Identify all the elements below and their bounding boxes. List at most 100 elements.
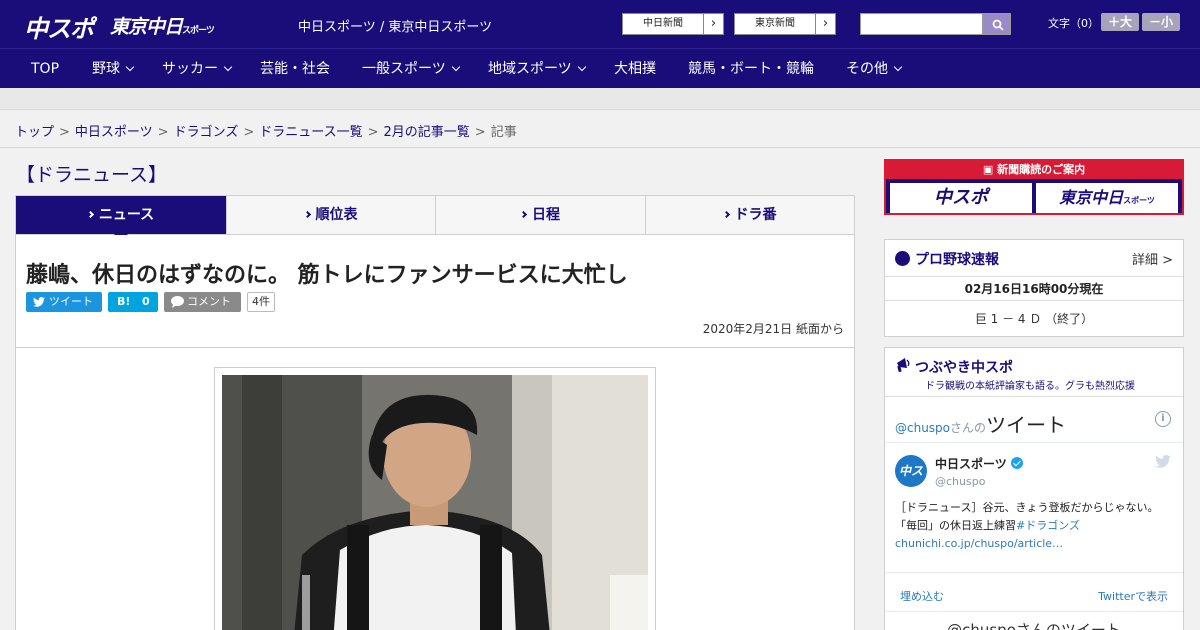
tsubuyaki-card: つぶやき中スポ ドラ観戦の本紙評論家も語る。グラも熱烈応援 @chuspoさんの… xyxy=(884,347,1184,630)
nav-item-regional-sports[interactable]: 地域スポーツ xyxy=(488,49,586,89)
breadcrumb-link[interactable]: トップ xyxy=(15,125,54,140)
tweet-account-handle[interactable]: @chuspo xyxy=(935,475,985,488)
timeline-title: @chuspoさんのツイート xyxy=(895,409,1066,438)
tokyo-logo-text: 東京中日 xyxy=(110,16,183,38)
search-button[interactable] xyxy=(983,13,1011,35)
tokyo-shimbun-link[interactable]: 東京新聞 › xyxy=(734,13,836,35)
subscription-tokyo-text: 東京中日 xyxy=(1059,188,1124,207)
nav-item-soccer[interactable]: サッカー xyxy=(162,49,233,89)
tokyo-chunichi-logo[interactable]: 東京中日スポーツ xyxy=(110,12,215,39)
nav-label: 芸能・社会 xyxy=(260,61,330,77)
hatena-count: 0 xyxy=(142,295,150,308)
subscription-tokyo-logo: 東京中日スポーツ xyxy=(1036,183,1178,213)
breadcrumb-link[interactable]: ドラニュース一覧 xyxy=(259,125,362,140)
view-on-twitter-link[interactable]: Twitterで表示 xyxy=(1098,588,1168,604)
baseball-score-line[interactable]: 巨 1 － 4 Ｄ （終了） xyxy=(885,310,1183,327)
search-input[interactable] xyxy=(860,13,983,35)
baseball-detail-link[interactable]: 詳細 > xyxy=(1132,249,1173,268)
tweet-label: ツイート xyxy=(49,295,93,308)
main-nav: TOP 野球 サッカー 芸能・社会 一般スポーツ 地域スポーツ 大相撲 競馬・ボ… xyxy=(0,48,1200,88)
tab-schedule[interactable]: 日程 xyxy=(436,196,646,234)
tweet-item[interactable]: 中スポ 中日スポーツ @chuspo ［ドラニュース］谷元、きょう登板だからじゃ… xyxy=(885,443,1183,573)
tab-dora-ban[interactable]: ドラ番 xyxy=(646,196,854,234)
font-smaller-button[interactable]: －小 xyxy=(1142,13,1180,31)
verified-badge-icon xyxy=(1010,457,1023,469)
breadcrumb-separator: > xyxy=(243,125,255,140)
baseball-scores-card: プロ野球速報 詳細 > 02月16日16時00分現在 巨 1 － 4 Ｄ （終了… xyxy=(884,239,1184,337)
nav-item-baseball[interactable]: 野球 xyxy=(92,49,135,89)
article-date: 2020年2月21日 紙面から xyxy=(702,322,844,336)
baseball-timestamp: 02月16日16時00分現在 xyxy=(964,282,1104,296)
newspaper-icon: ▣ xyxy=(982,163,998,176)
breadcrumb-link[interactable]: 2月の記事一覧 xyxy=(384,125,470,140)
comment-button[interactable]: コメント xyxy=(164,292,241,312)
tab-label: ドラ番 xyxy=(734,207,777,223)
subscription-tokyo-small: スポーツ xyxy=(1123,196,1155,205)
nav-item-sumo[interactable]: 大相撲 xyxy=(614,49,656,89)
tsubuyaki-title: つぶやき中スポ xyxy=(915,360,1013,376)
tokyo-logo-small: スポーツ xyxy=(182,26,215,36)
timeline-tweet-word: ツイート xyxy=(986,413,1067,437)
tweet-account[interactable]: 中日スポーツ xyxy=(935,455,1023,472)
tweet-account-name: 中日スポーツ xyxy=(935,457,1007,471)
nav-item-top[interactable]: TOP xyxy=(31,49,59,89)
nav-label: 地域スポーツ xyxy=(488,61,572,77)
chevron-right-icon xyxy=(303,210,311,219)
tweet-button[interactable]: ツイート xyxy=(26,292,102,312)
card-divider xyxy=(885,276,1183,277)
tweet-hashtag[interactable]: #ドラゴンズ xyxy=(1016,519,1080,532)
nav-label: 野球 xyxy=(92,61,120,77)
chevron-right-icon xyxy=(722,210,730,219)
nav-label: その他 xyxy=(846,61,888,77)
comment-label: コメント xyxy=(187,295,231,308)
font-bigger-button[interactable]: ＋大 xyxy=(1101,13,1139,31)
info-icon[interactable]: i xyxy=(1155,411,1171,427)
chunichi-shimbun-label: 中日新聞 xyxy=(643,18,683,29)
timeline-handle[interactable]: @chuspo xyxy=(895,421,950,435)
breadcrumb-link[interactable]: 中日スポーツ xyxy=(75,125,153,140)
article-divider xyxy=(16,347,854,348)
subscription-banner-header: ▣ 新聞購読のご案内 xyxy=(886,161,1182,179)
comment-count: 4件 xyxy=(247,292,275,312)
article: 藤嶋、休日のはずなのに。 筋トレにファンサービスに大忙し ツイート B! 0 コ… xyxy=(15,235,855,630)
chuspo-logo[interactable]: 中スポ xyxy=(24,9,94,44)
twitter-bird-icon xyxy=(33,297,45,307)
subscription-banner[interactable]: ▣ 新聞購読のご案内 中スポ 東京中日スポーツ xyxy=(884,159,1184,215)
nav-item-other[interactable]: その他 xyxy=(846,49,903,89)
nav-item-racing[interactable]: 競馬・ボート・競輪 xyxy=(688,49,814,89)
embed-link[interactable]: 埋め込む xyxy=(900,588,944,604)
nav-label: TOP xyxy=(31,61,60,77)
site-header: 中スポ 東京中日スポーツ 中日スポーツ / 東京中日スポーツ 中日新聞 › 東京… xyxy=(0,0,1200,48)
baseball-scores-title: プロ野球速報 xyxy=(915,252,999,268)
article-photo[interactable] xyxy=(222,375,648,630)
twitter-bird-icon[interactable] xyxy=(1155,455,1171,468)
breadcrumb-separator: > xyxy=(59,125,70,140)
breadcrumb-link[interactable]: ドラゴンズ xyxy=(174,125,239,140)
chevron-down-icon xyxy=(451,62,460,72)
chevron-down-icon xyxy=(893,62,903,72)
card-divider xyxy=(885,300,1183,301)
nav-label: サッカー xyxy=(162,61,218,77)
section-title: 【ドラニュース】 xyxy=(16,164,168,186)
hatena-bookmark-button[interactable]: B! 0 xyxy=(108,292,158,312)
tab-label: ニュース xyxy=(98,207,155,223)
nav-label: 一般スポーツ xyxy=(362,61,446,77)
chunichi-shimbun-link[interactable]: 中日新聞 › xyxy=(622,13,724,35)
tweet-body: ［ドラニュース］谷元、きょう登板だからじゃない。「毎回」の休日返上練習#ドラゴン… xyxy=(895,499,1173,553)
card-divider xyxy=(885,611,1183,612)
tab-label: 日程 xyxy=(532,207,560,223)
timeline-footer-title[interactable]: @chuspoさんのツイート xyxy=(885,619,1183,630)
nav-item-general-sports[interactable]: 一般スポーツ xyxy=(362,49,460,89)
tweet-link[interactable]: chunichi.co.jp/chuspo/article… xyxy=(895,537,1063,550)
site-title: 中日スポーツ / 東京中日スポーツ xyxy=(298,20,493,35)
tab-standings[interactable]: 順位表 xyxy=(227,196,436,234)
tab-news[interactable]: ニュース xyxy=(16,196,227,241)
breadcrumb-current: 記事 xyxy=(490,125,517,140)
megaphone-icon xyxy=(897,358,910,373)
nav-item-entertainment[interactable]: 芸能・社会 xyxy=(260,49,330,89)
avatar[interactable]: 中スポ xyxy=(895,455,927,510)
breadcrumb-separator: > xyxy=(367,125,379,140)
player-photo-illustration xyxy=(222,375,648,630)
hatena-icon: B! xyxy=(117,295,131,308)
section-tabs: ニュース 順位表 日程 ドラ番 xyxy=(15,195,855,241)
